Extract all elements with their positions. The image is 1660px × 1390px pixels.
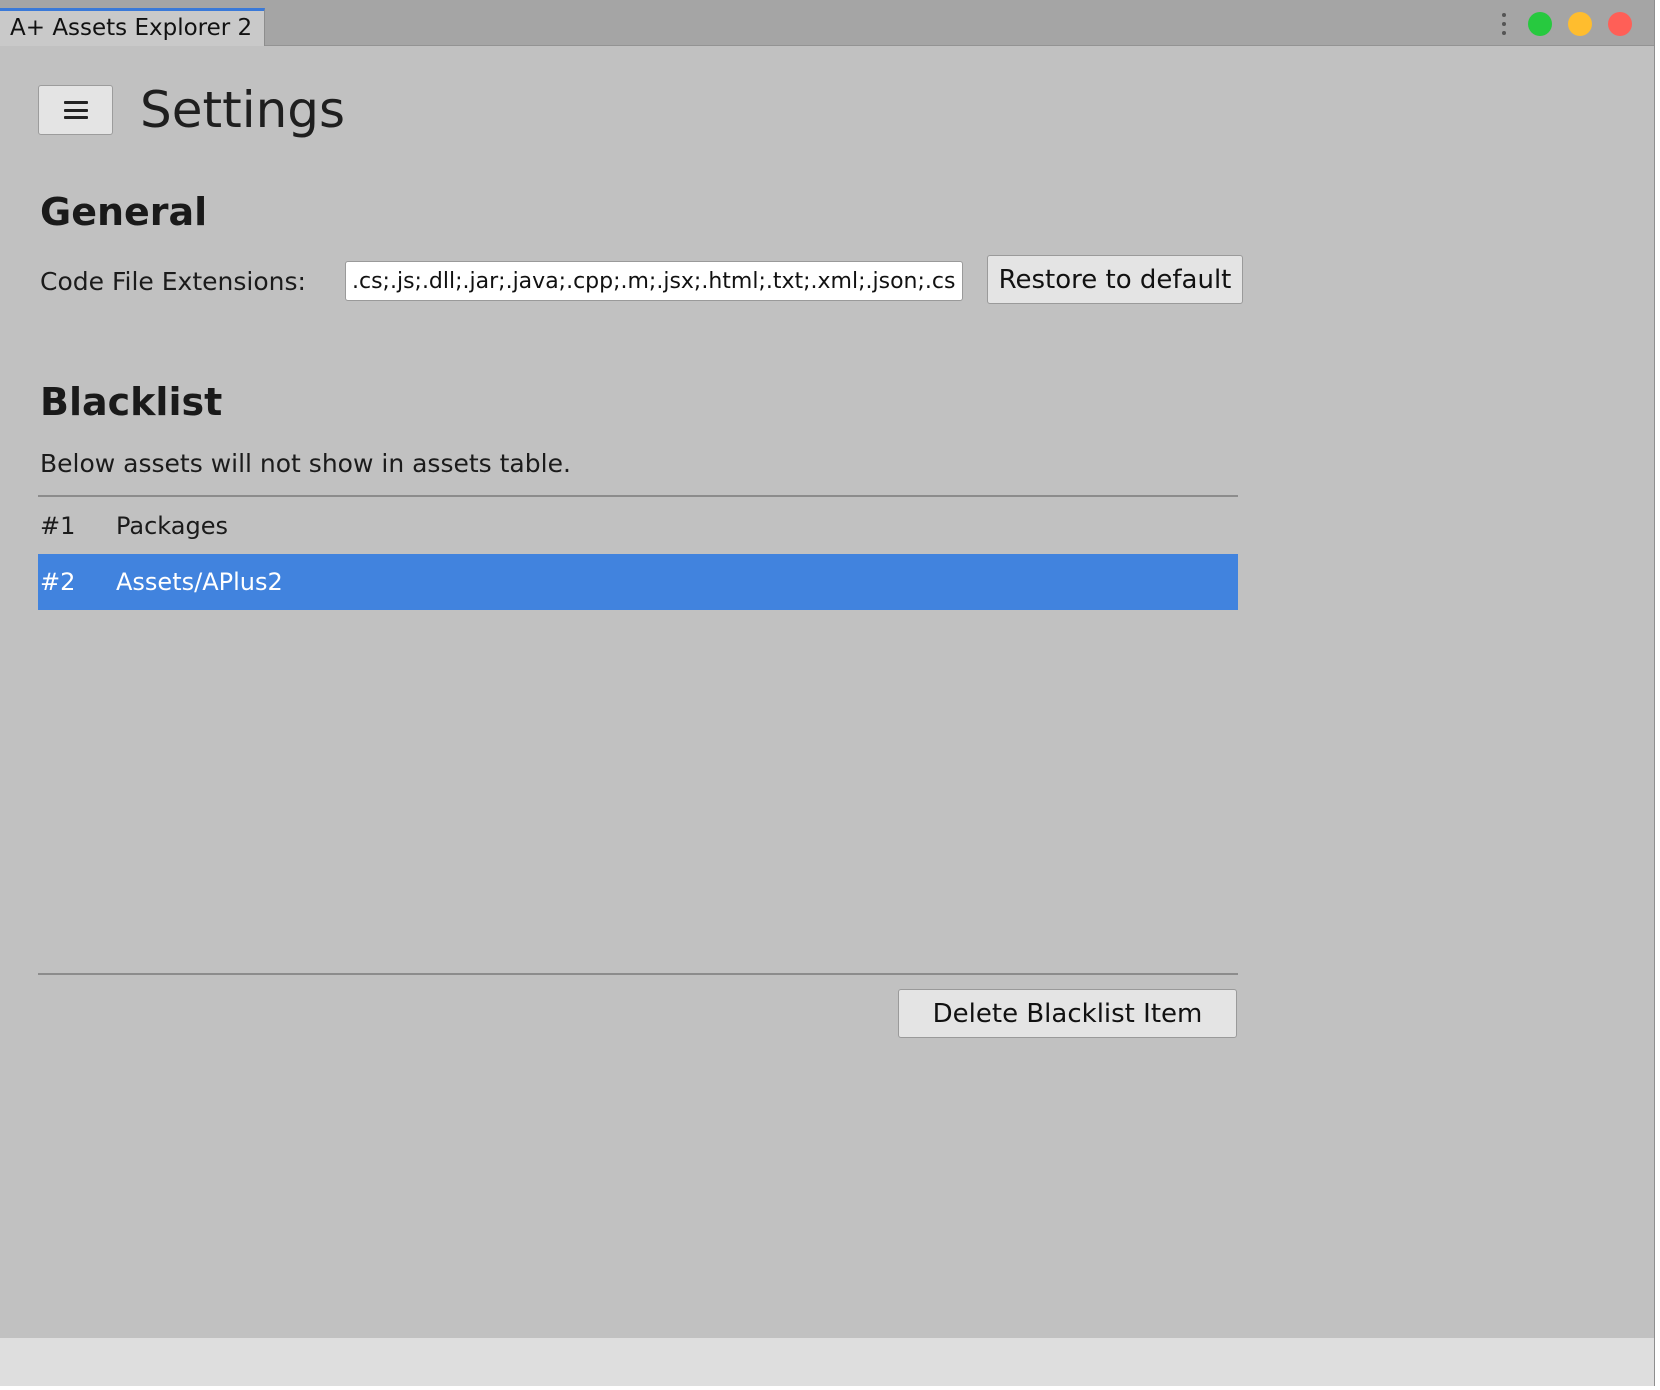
list-item-selected[interactable]: #2 Assets/APlus2 [38,554,1238,610]
window-titlebar: A+ Assets Explorer 2 [0,0,1654,46]
maximize-button[interactable] [1528,12,1552,36]
general-heading: General [40,190,208,234]
blacklist-description: Below assets will not show in assets tab… [40,449,571,478]
status-bar [0,1338,1654,1386]
blacklist-top-divider [38,495,1238,497]
code-file-extensions-input[interactable] [345,261,963,301]
code-file-extensions-label: Code File Extensions: [40,267,306,296]
window-tab[interactable]: A+ Assets Explorer 2 [0,8,266,46]
delete-blacklist-item-button[interactable]: Delete Blacklist Item [898,989,1237,1038]
list-item-index: #1 [40,512,76,540]
list-item-value: Packages [116,512,228,540]
blacklist-heading: Blacklist [40,380,223,424]
more-options-icon[interactable] [1496,13,1512,35]
restore-to-default-button[interactable]: Restore to default [987,255,1243,304]
close-button[interactable] [1608,12,1632,36]
hamburger-icon [63,101,88,119]
window-tab-label: A+ Assets Explorer 2 [10,15,253,41]
assets-explorer-window: A+ Assets Explorer 2 Settings General Co… [0,0,1655,1386]
blacklist-list: #1 Packages #2 Assets/APlus2 [38,498,1238,610]
list-item-index: #2 [40,568,76,596]
blacklist-bottom-divider [38,973,1238,975]
list-item[interactable]: #1 Packages [38,498,1238,554]
list-item-value: Assets/APlus2 [116,568,283,596]
menu-button[interactable] [38,85,113,135]
page-title: Settings [140,81,346,139]
minimize-button[interactable] [1568,12,1592,36]
